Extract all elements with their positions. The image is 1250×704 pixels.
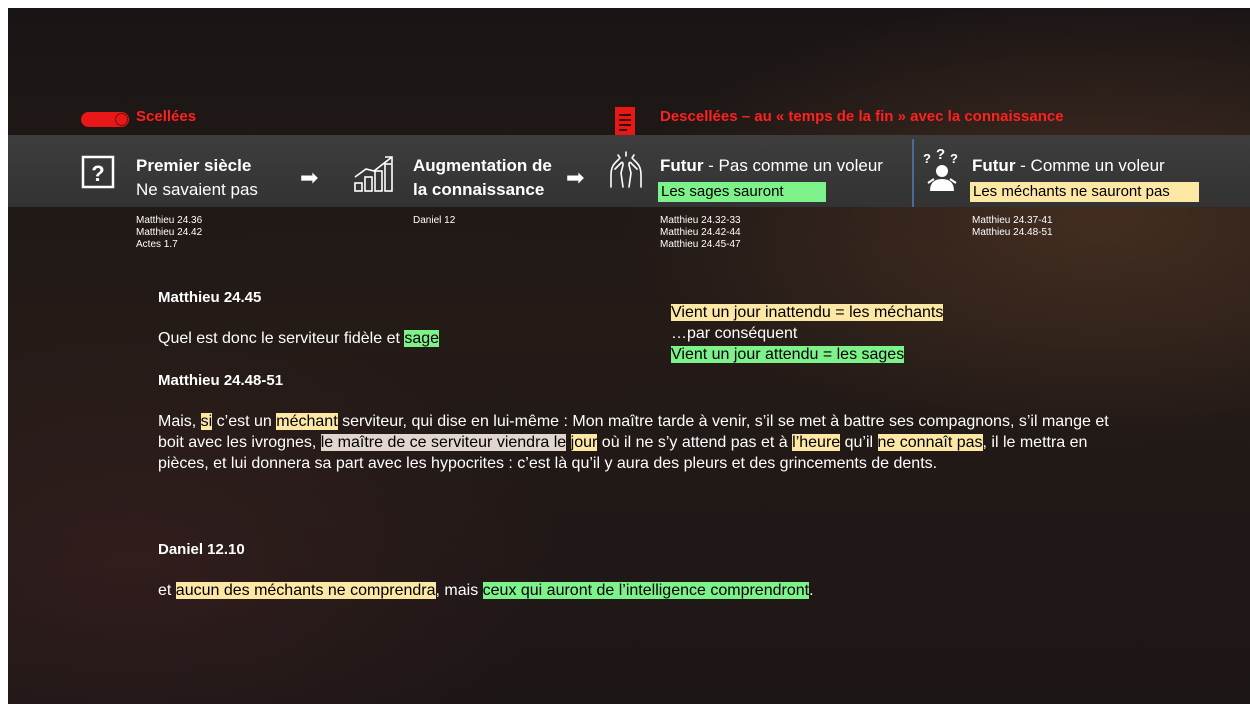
passage-2-heading: Matthieu 24.48-51: [158, 372, 284, 389]
step-2-references: Daniel 12: [413, 215, 455, 227]
svg-text:?: ?: [950, 151, 958, 166]
passage-1-text: Quel est donc le serviteur fidèle et sag…: [158, 330, 440, 347]
arrow-right-icon: ➡: [300, 165, 319, 190]
reference: Matthieu 24.42: [136, 227, 203, 238]
timeline-band: ? Premier siècle Ne savaient pas ➡ Augme…: [8, 135, 1250, 207]
step-2-title: Augmentation de la connaissance: [413, 156, 552, 199]
svg-text:?: ?: [91, 161, 104, 186]
sealed-label: Scellées: [136, 108, 197, 125]
slide: Scellées Descellées – au « temps de la f…: [8, 8, 1250, 704]
reference: Matthieu 24.45-47: [660, 239, 741, 250]
unsealed-label: Descellées – au « temps de la fin » avec…: [660, 108, 1064, 125]
step-3-title: Futur - Pas comme un voleur: [660, 156, 883, 175]
step-3-references: Matthieu 24.32-33 Matthieu 24.42-44 Matt…: [660, 215, 741, 251]
confused-person-icon: ? ? ?: [923, 149, 958, 191]
sealed-toggle-icon: [81, 112, 129, 127]
divider: [912, 139, 914, 207]
reference: Matthieu 24.36: [136, 215, 203, 226]
passage-3-heading: Daniel 12.10: [158, 541, 245, 558]
step-3-highlight-box: Les sages sauront: [658, 182, 826, 202]
reference: Matthieu 24.37-41: [972, 215, 1053, 226]
step-1-references: Matthieu 24.36 Matthieu 24.42 Actes 1.7: [136, 215, 202, 251]
reference: Matthieu 24.32-33: [660, 215, 741, 226]
svg-text:?: ?: [923, 151, 931, 166]
passage-3-text: et aucun des méchants ne comprendra, mai…: [158, 582, 814, 599]
step-1-subtitle: Ne savaient pas: [136, 180, 258, 199]
growth-chart-icon: [354, 156, 393, 192]
arrow-right-icon: ➡: [566, 165, 585, 190]
reference: Matthieu 24.48-51: [972, 227, 1053, 238]
highlight: sage: [404, 330, 440, 347]
passage-2-text: Mais, si c’est un méchant serviteur, qui…: [158, 413, 1109, 472]
reference: Actes 1.7: [136, 239, 178, 250]
contrast-line-1: Vient un jour inattendu = les méchants: [671, 304, 944, 321]
contrast-line-3: Vient un jour attendu = les sages: [671, 346, 905, 363]
reference: Matthieu 24.42-44: [660, 227, 741, 238]
question-box-icon: ?: [81, 155, 115, 189]
open-hands-icon: [610, 151, 642, 188]
step-4-references: Matthieu 24.37-41 Matthieu 24.48-51: [972, 215, 1053, 239]
step-4-highlight-box: Les méchants ne sauront pas: [970, 182, 1199, 202]
step-1-title: Premier siècle Ne savaient pas: [136, 156, 258, 199]
contrast-line-2: …par conséquent: [671, 325, 798, 342]
reference: Daniel 12: [413, 215, 456, 226]
passage-1-heading: Matthieu 24.45: [158, 289, 262, 306]
step-4-title: Futur - Comme un voleur: [972, 156, 1165, 175]
svg-text:?: ?: [936, 149, 945, 163]
contrast-block: Vient un jour inattendu = les méchants ……: [671, 302, 944, 365]
